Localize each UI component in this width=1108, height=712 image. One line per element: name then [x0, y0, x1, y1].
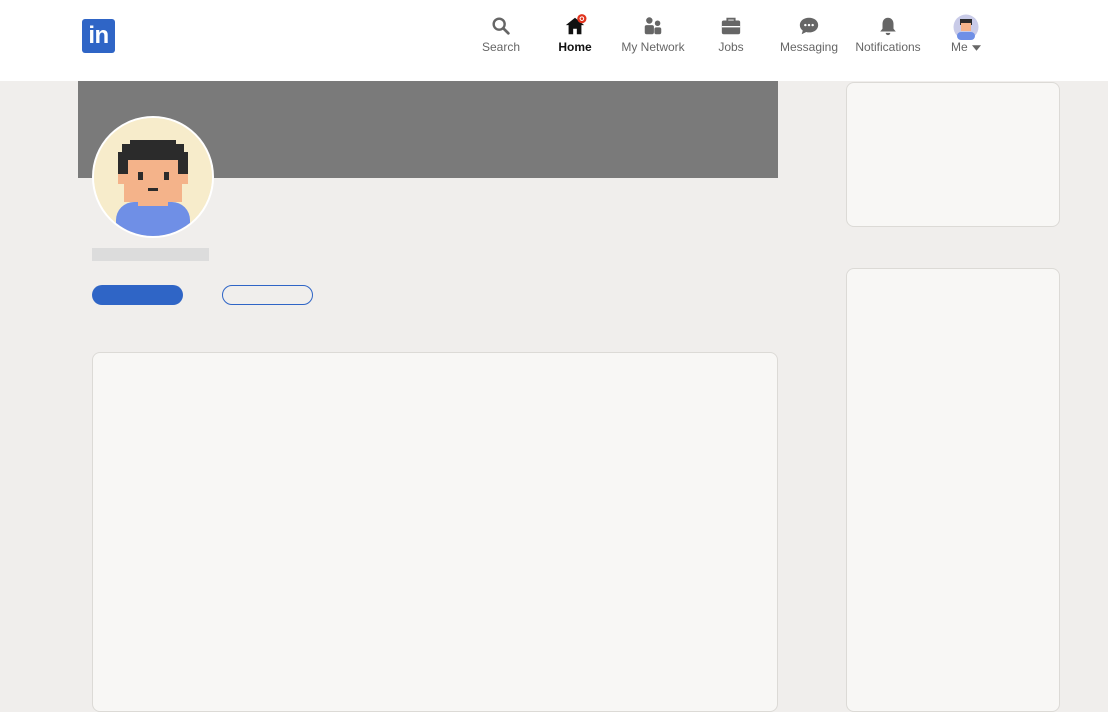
search-icon — [492, 17, 510, 35]
nav-search[interactable]: Search — [476, 15, 526, 65]
bell-icon — [880, 17, 896, 36]
caret-down-icon — [972, 45, 981, 51]
briefcase-icon — [721, 17, 741, 35]
network-icon — [644, 17, 662, 35]
profile-avatar[interactable] — [92, 116, 214, 238]
nav-jobs[interactable]: Jobs — [711, 15, 751, 65]
nav-my-network-label: My Network — [621, 40, 685, 54]
home-icon — [565, 14, 587, 35]
nav-me-label: Me — [950, 40, 968, 54]
top-navigation-bar: in Search Home My Network Jobs Messaging… — [0, 0, 1108, 81]
nav-notifications-label: Notifications — [855, 40, 921, 54]
avatar-icon — [953, 14, 979, 40]
nav-jobs-label: Jobs — [718, 40, 744, 54]
messaging-icon — [799, 17, 819, 35]
linkedin-logo[interactable]: in — [82, 19, 115, 53]
sidebar-card-bottom — [846, 268, 1060, 712]
pixel-person-avatar — [94, 118, 212, 236]
nav-messaging[interactable]: Messaging — [776, 15, 842, 65]
primary-action-button[interactable] — [92, 285, 183, 305]
profile-name-placeholder — [92, 248, 209, 261]
nav-me[interactable]: Me — [944, 14, 988, 64]
nav-home-label: Home — [558, 40, 592, 54]
sidebar-card-top — [846, 82, 1060, 227]
nav-home[interactable]: Home — [551, 14, 599, 65]
secondary-action-button[interactable] — [222, 285, 313, 305]
nav-search-label: Search — [481, 40, 521, 54]
main-content-card — [92, 352, 778, 712]
nav-messaging-label: Messaging — [779, 40, 839, 54]
nav-my-network[interactable]: My Network — [617, 15, 689, 65]
nav-notifications[interactable]: Notifications — [850, 15, 926, 65]
